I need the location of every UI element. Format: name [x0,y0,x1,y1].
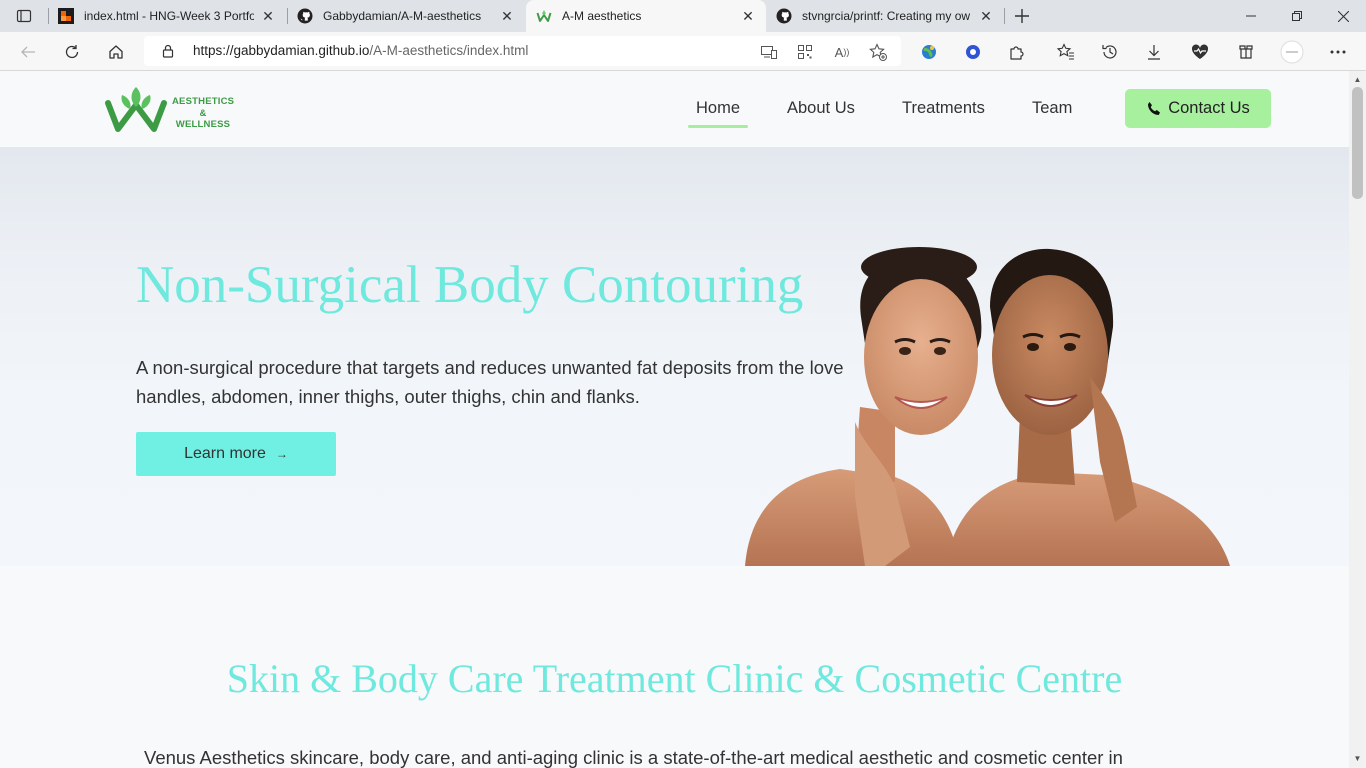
puzzle-icon [1010,46,1024,60]
page-scrollbar[interactable]: ▲ ▼ [1349,71,1366,768]
app-available-icon[interactable] [760,43,778,61]
nav-treatments[interactable]: Treatments [902,99,985,118]
tab-title: Gabbydamian/A-M-aesthetics [323,9,482,23]
tab-separator [1004,8,1005,24]
tab-bar: index.html - HNG-Week 3 Portfo ✕ Gabbyda… [0,0,1366,32]
contact-us-label: Contact Us [1168,99,1250,117]
site-logo[interactable]: AESTHETICS & WELLNESS [104,85,234,135]
extension-globe-button[interactable] [917,40,941,64]
nav-about[interactable]: About Us [787,99,855,118]
qr-code-icon[interactable] [796,43,814,61]
nav-team[interactable]: Team [1032,99,1072,118]
tab-replit[interactable]: index.html - HNG-Week 3 Portfo ✕ [48,0,286,32]
minimize-button[interactable] [1228,0,1274,32]
tab-github-printf[interactable]: stvngrcia/printf: Creating my ow ✕ [766,0,1004,32]
tab-actions-icon [16,9,32,23]
contact-us-button[interactable]: Contact Us [1125,89,1271,128]
url-text: https://gabbydamian.github.io/A-M-aesthe… [193,43,529,58]
minimize-icon [1246,15,1256,17]
github-icon [776,8,792,24]
phone-icon [1146,101,1162,117]
restore-icon [1292,11,1302,21]
site-logo-icon [536,8,552,24]
replit-icon [58,8,74,24]
favorites-button[interactable] [1054,40,1078,64]
downloads-button[interactable] [1142,40,1166,64]
globe-extension-icon [922,45,936,59]
avatar-icon [1280,40,1304,64]
site-header: AESTHETICS & WELLNESS Home About Us Trea… [0,71,1349,147]
address-bar[interactable]: https://gabbydamian.github.io/A-M-aesthe… [144,36,901,66]
close-window-button[interactable] [1320,0,1366,32]
home-icon [109,45,123,59]
logo-text: AESTHETICS & WELLNESS [172,96,235,130]
close-tab-icon[interactable]: ✕ [499,8,515,24]
add-favorite-icon[interactable] [869,43,887,61]
hero-title: Non-Surgical Body Contouring [136,256,804,314]
close-tab-icon[interactable]: ✕ [260,8,276,24]
read-aloud-icon[interactable]: A)) [833,43,851,61]
heartbeat-icon [1191,44,1209,59]
extension-blue-button[interactable] [961,40,985,64]
restore-button[interactable] [1274,0,1320,32]
browser-essentials-button[interactable] [1234,40,1258,64]
extensions-button[interactable] [1005,40,1029,64]
learn-more-button[interactable]: Learn more → [136,432,336,476]
favorites-star-icon [1057,43,1074,60]
tab-title: index.html - HNG-Week 3 Portfo [84,9,254,23]
hero-section: Non-Surgical Body Contouring A non-surgi… [0,147,1349,566]
tab-actions-button[interactable] [8,4,40,28]
download-icon [1148,45,1160,60]
scroll-thumb[interactable] [1352,87,1363,199]
section-title: Skin & Body Care Treatment Clinic & Cosm… [226,656,1123,701]
refresh-button[interactable] [60,40,84,64]
nav-home[interactable]: Home [687,99,749,128]
refresh-icon [65,45,79,59]
github-icon [297,8,313,24]
close-icon [1337,10,1349,22]
close-tab-icon[interactable]: ✕ [740,8,756,24]
more-dots-icon [1330,50,1346,54]
essentials-icon [1239,45,1253,59]
section-description: Venus Aesthetics skincare, body care, an… [144,747,1123,768]
lock-icon[interactable] [160,43,176,59]
tab-title: A-M aesthetics [562,9,642,23]
new-tab-button[interactable] [1010,4,1034,28]
scroll-down-arrow-icon[interactable]: ▼ [1353,754,1362,763]
blue-circle-extension-icon [966,45,980,59]
plus-icon [1015,9,1029,23]
learn-more-label: Learn more [184,445,266,462]
settings-more-button[interactable] [1326,40,1350,64]
profile-button[interactable] [1280,40,1304,64]
history-clock-icon [1102,45,1117,59]
history-button[interactable] [1098,40,1122,64]
close-tab-icon[interactable]: ✕ [978,8,994,24]
back-button[interactable] [16,40,40,64]
browser-toolbar: https://gabbydamian.github.io/A-M-aesthe… [0,32,1366,71]
tab-title: stvngrcia/printf: Creating my ow [802,9,971,23]
logo-mark-icon [105,87,167,132]
web-page: AESTHETICS & WELLNESS Home About Us Trea… [0,71,1349,768]
tab-github-am-aesthetics[interactable]: Gabbydamian/A-M-aesthetics ✕ [287,0,525,32]
tab-am-aesthetics[interactable]: A-M aesthetics ✕ [526,0,766,32]
scroll-up-arrow-icon[interactable]: ▲ [1353,75,1362,84]
home-button[interactable] [104,40,128,64]
back-arrow-icon [21,46,35,58]
arrow-right-icon: → [275,447,288,461]
performance-button[interactable] [1188,40,1212,64]
hero-image [745,247,1230,566]
